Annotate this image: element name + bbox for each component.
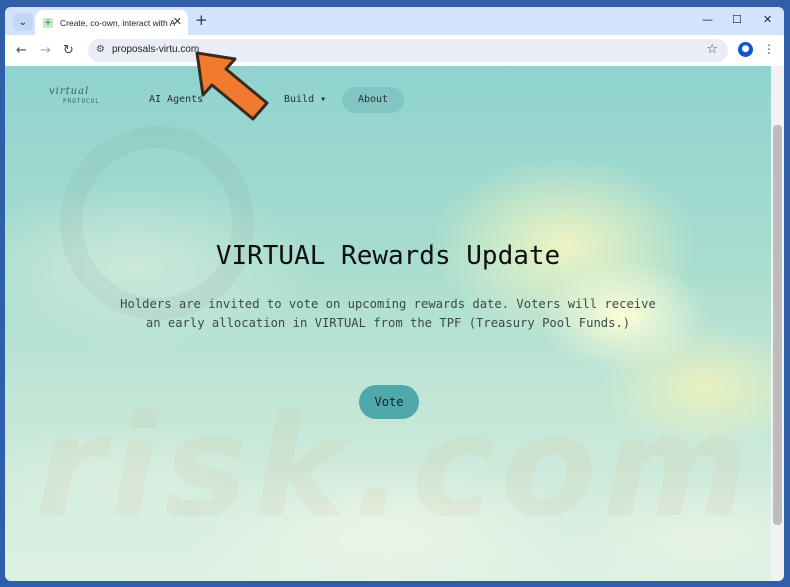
- pointer-arrow-icon: [195, 51, 269, 121]
- maximize-button[interactable]: ☐: [732, 13, 742, 26]
- page-viewport: risk.com virtual PROTOCOL AI Agents Buil…: [5, 66, 771, 581]
- close-window-button[interactable]: ✕: [763, 13, 772, 26]
- nav-about[interactable]: About: [342, 87, 404, 113]
- forward-arrow-icon[interactable]: →: [40, 43, 51, 58]
- url-text[interactable]: proposals-virtu.com: [112, 44, 199, 55]
- site-logo[interactable]: virtual PROTOCOL: [49, 86, 113, 114]
- page-subtext: Holders are invited to vote on upcoming …: [120, 297, 656, 330]
- menu-kebab-icon[interactable]: ⋮: [763, 42, 775, 56]
- favicon-icon: +: [43, 17, 53, 28]
- active-tab[interactable]: + Create, co-own, interact with AI Agent…: [35, 10, 188, 35]
- tab-close-icon[interactable]: ✕: [173, 15, 182, 28]
- scrollbar-thumb[interactable]: [773, 125, 782, 525]
- logo-mark: virtual: [49, 86, 90, 97]
- new-tab-button[interactable]: +: [195, 11, 208, 29]
- tab-search-button[interactable]: ⌄: [13, 13, 33, 31]
- tab-strip: ⌄ + Create, co-own, interact with AI Age…: [5, 7, 784, 35]
- address-bar[interactable]: ⚙ proposals-virtu.com ☆: [88, 39, 728, 62]
- bookmark-star-icon[interactable]: ☆: [706, 42, 718, 57]
- site-info-icon[interactable]: ⚙: [96, 44, 105, 55]
- tab-title: Create, co-own, interact with AI Agents: [60, 17, 175, 28]
- browser-window: ⌄ + Create, co-own, interact with AI Age…: [5, 7, 784, 581]
- vote-button[interactable]: Vote: [359, 385, 419, 419]
- watermark-magnifier-icon: [60, 126, 254, 320]
- profile-avatar-icon[interactable]: ●: [738, 42, 753, 57]
- nav-build[interactable]: Build ▾: [284, 87, 326, 113]
- page-headline: VIRTUAL Rewards Update: [215, 241, 561, 271]
- minimize-button[interactable]: —: [702, 13, 713, 26]
- reload-icon[interactable]: ↻: [63, 43, 74, 58]
- back-arrow-icon[interactable]: ←: [16, 43, 27, 58]
- browser-toolbar: ← → ↻ ⚙ proposals-virtu.com ☆ ● ⋮: [5, 35, 784, 66]
- logo-subtitle: PROTOCOL: [63, 98, 100, 105]
- chevron-down-icon: ⌄: [18, 16, 28, 28]
